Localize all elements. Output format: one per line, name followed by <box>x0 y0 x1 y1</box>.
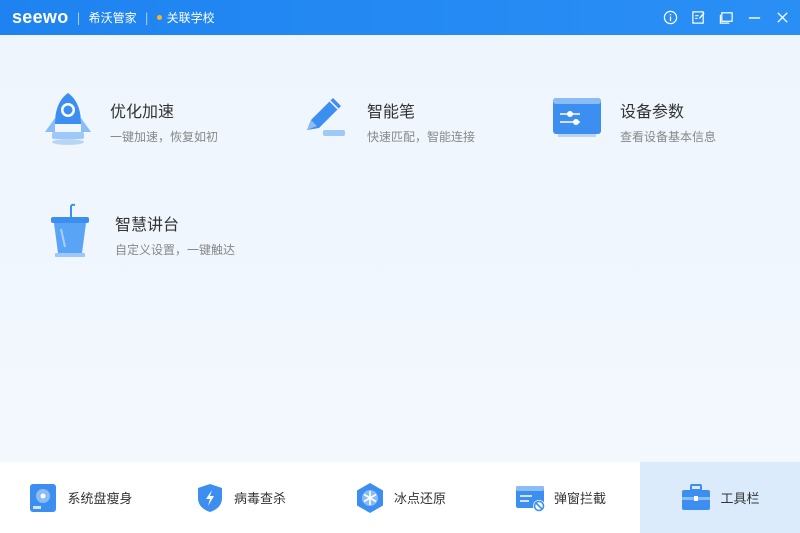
nav-label: 弹窗拦截 <box>553 492 606 507</box>
tool-desc: 快速匹配，智能连接 <box>367 130 476 144</box>
feedback-icon[interactable] <box>690 10 706 26</box>
rocket-icon <box>45 93 91 145</box>
disk-icon <box>30 483 57 512</box>
window-controls <box>662 0 790 35</box>
tool-smart-pen[interactable]: 智能笔 快速匹配，智能连接 <box>297 90 475 146</box>
nav-disk-cleanup[interactable]: 系统盘瘦身 <box>0 462 160 533</box>
popup-block-icon <box>515 485 545 512</box>
snowflake-icon <box>356 482 383 513</box>
tool-smart-podium[interactable]: 智慧讲台 自定义设置，一键触达 <box>45 203 235 259</box>
school-status-dot <box>156 15 162 20</box>
tool-desc: 查看设备基本信息 <box>620 130 717 144</box>
minimize-icon[interactable] <box>746 10 762 26</box>
nav-label: 病毒查杀 <box>233 492 286 507</box>
nav-popup-block[interactable]: 弹窗拦截 <box>480 462 640 533</box>
seewo-logo: seewo <box>12 7 69 27</box>
nav-label: 工具栏 <box>720 492 760 507</box>
podium-icon <box>51 203 89 257</box>
nav-virus-scan[interactable]: 病毒查杀 <box>160 462 320 533</box>
info-icon[interactable] <box>662 10 678 26</box>
tools-panel: 优化加速 一键加速，恢复如初 智能笔 快速匹配，智能连接 设备参数 查看设备基本… <box>0 35 800 462</box>
school-link[interactable]: 关联学校 <box>167 9 215 26</box>
nav-label: 系统盘瘦身 <box>67 492 133 507</box>
title-separator: | <box>76 10 81 25</box>
device-settings-icon <box>553 98 601 137</box>
mini-mode-icon[interactable] <box>718 10 734 26</box>
toolbox-icon <box>682 483 711 510</box>
title-bar: seewo | 希沃管家 | 关联学校 <box>0 0 800 35</box>
tool-optimize[interactable]: 优化加速 一键加速，恢复如初 <box>40 90 218 146</box>
tool-title: 优化加速 <box>110 102 175 121</box>
pen-icon <box>307 98 345 136</box>
app-name: 希沃管家 <box>88 11 137 25</box>
tool-desc: 自定义设置，一键触达 <box>115 243 236 257</box>
tool-title: 设备参数 <box>620 102 685 121</box>
nav-label: 冰点还原 <box>393 492 446 507</box>
close-icon[interactable] <box>774 10 790 26</box>
tool-title: 智能笔 <box>367 102 416 121</box>
tool-desc: 一键加速，恢复如初 <box>110 130 219 144</box>
nav-toolbox[interactable]: 工具栏 <box>640 462 800 533</box>
shield-icon <box>197 483 222 512</box>
title-separator: | <box>144 10 149 25</box>
nav-freeze-restore[interactable]: 冰点还原 <box>320 462 480 533</box>
tool-title: 智慧讲台 <box>115 215 180 234</box>
bottom-nav: 系统盘瘦身 病毒查杀 冰点还原 弹窗拦截 工具栏 <box>0 462 800 533</box>
tool-device-params[interactable]: 设备参数 查看设备基本信息 <box>550 90 716 146</box>
